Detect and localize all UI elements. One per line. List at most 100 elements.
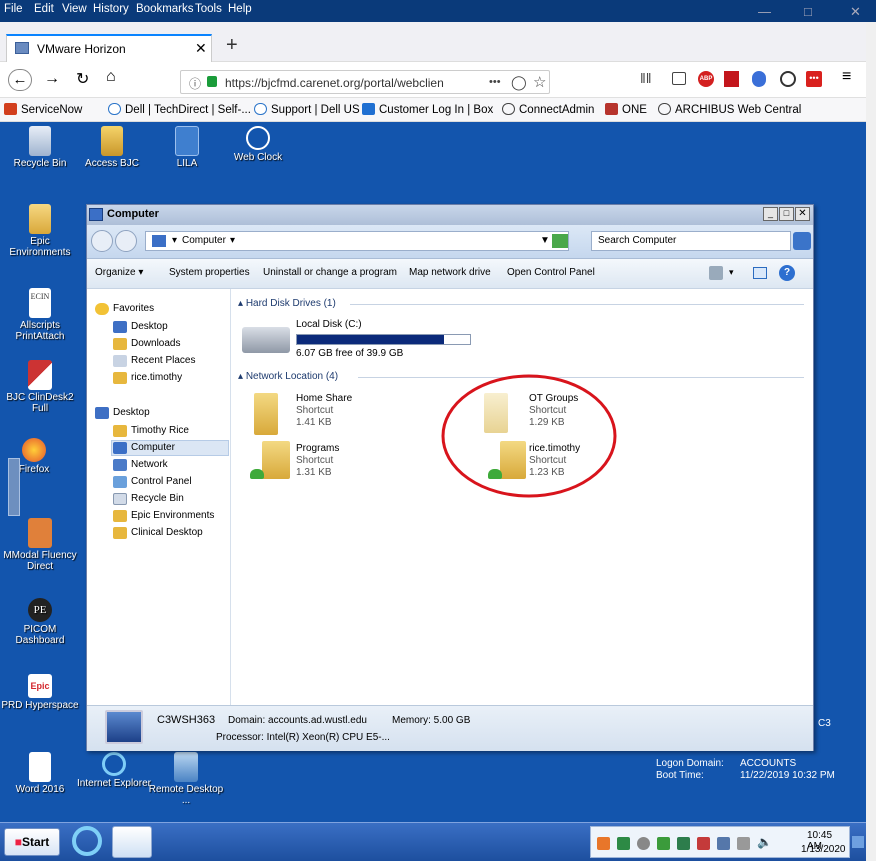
nav-rice-timothy-fav[interactable]: rice.timothy [113,372,182,384]
tray-icon[interactable] [597,837,610,850]
minimize-icon[interactable]: — [758,4,771,19]
start-button[interactable]: ■Start [4,828,60,856]
page-scrollbar[interactable] [866,22,876,861]
url-bar[interactable]: ⓘ https://bjcfmd.carenet.org/portal/webc… [180,70,550,94]
hamburger-menu-icon[interactable]: ≡ [842,68,851,86]
open-control-panel-button[interactable]: Open Control Panel [507,267,595,278]
nav-recent-places[interactable]: Recent Places [113,355,195,367]
info-icon[interactable]: ⓘ [189,75,201,92]
tray-icon[interactable] [657,837,670,850]
organize-button[interactable]: Organize ▾ [95,267,143,278]
desktop-icon-mmodal[interactable]: MModal Fluency Direct [0,518,80,572]
show-desktop-icon[interactable] [852,836,864,848]
reload-icon[interactable]: ↻ [76,69,89,89]
home-icon[interactable]: ⌂ [106,68,116,86]
nav-clinical-desktop[interactable]: Clinical Desktop [113,527,203,539]
help-icon[interactable]: ? [779,265,795,281]
history-dropdown-icon[interactable]: ▼ [540,235,550,246]
menu-history[interactable]: History [93,3,129,15]
bookmark-dell-support[interactable]: Support | Dell US [254,103,360,116]
window-maximize-icon[interactable]: □ [779,207,794,221]
preview-pane-icon[interactable] [753,267,767,279]
desktop-icon-recycle-bin[interactable]: Recycle Bin [0,126,80,169]
back-icon[interactable] [91,230,113,252]
bookmark-dell-techdirect[interactable]: Dell | TechDirect | Self-... [108,103,251,116]
local-disk-name[interactable]: Local Disk (C:) [296,319,362,331]
desktop-icon-web-clock[interactable]: Web Clock [218,126,298,163]
desktop-icon-prd-hyperspace[interactable]: Epic PRD Hyperspace [0,674,80,711]
search-icon[interactable] [793,232,811,250]
tray-icon[interactable] [637,837,650,850]
bookmark-one[interactable]: ONE [605,103,647,116]
account-icon[interactable] [780,71,796,87]
page-actions-icon[interactable]: ••• [489,76,501,88]
adblock-icon[interactable]: ABP [698,71,714,87]
nav-timothy-rice[interactable]: Timothy Rice [113,425,189,437]
window-minimize-icon[interactable]: _ [763,207,778,221]
uninstall-program-button[interactable]: Uninstall or change a program [263,267,397,278]
bookmark-star-icon[interactable]: ☆ [533,73,546,91]
pdf-icon[interactable] [724,71,739,87]
search-input[interactable]: Search Computer [598,235,676,246]
view-options-icon[interactable] [709,266,723,280]
item-programs[interactable]: Programs Shortcut 1.31 KB [296,443,339,479]
network-group-header[interactable]: ▴ Network Location (4) [238,371,338,382]
network-tray-icon[interactable] [737,837,750,850]
tray-icon[interactable] [617,837,630,850]
volume-icon[interactable]: 🔈 [757,835,772,849]
nav-desktop[interactable]: Desktop [95,407,150,419]
desktop-icon-lila[interactable]: LILA [147,126,227,169]
url-text[interactable]: https://bjcfmd.carenet.org/portal/webcli… [225,76,485,90]
address-bar[interactable]: ▾ Computer ▾ ▼ [145,231,569,251]
breadcrumb-dropdown-icon[interactable]: ▾ [230,235,235,246]
tray-icon[interactable] [717,837,730,850]
tab-vmware-horizon[interactable]: VMware Horizon ✕ [6,34,212,62]
desktop-icon-access-bjc[interactable]: Access BJC [72,126,152,169]
menu-edit[interactable]: Edit [34,3,54,15]
system-properties-button[interactable]: System properties [169,267,250,278]
tray-icon[interactable] [677,837,690,850]
close-icon[interactable]: ✕ [850,4,861,20]
bookmark-box[interactable]: Customer Log In | Box [362,103,493,116]
nav-desktop-fav[interactable]: Desktop [113,321,168,333]
view-dropdown-icon[interactable]: ▾ [729,267,734,278]
desktop-icon-epic-environments[interactable]: Epic Environments [0,204,80,258]
refresh-icon[interactable] [552,234,568,248]
taskbar-ie-icon[interactable] [72,826,102,856]
desktop-icon-allscripts[interactable]: ECIN Allscripts PrintAttach [0,288,80,342]
breadcrumb-chevron-icon[interactable]: ▾ [172,235,177,246]
nav-computer[interactable]: Computer [113,442,175,454]
extension-icon[interactable] [752,71,766,87]
tab-close-icon[interactable]: ✕ [195,40,207,57]
nav-downloads[interactable]: Downloads [113,338,180,350]
menu-view[interactable]: View [62,3,87,15]
menu-file[interactable]: File [4,3,23,15]
menu-bookmarks[interactable]: Bookmarks [136,3,194,15]
bookmark-archibus[interactable]: ARCHIBUS Web Central [658,103,801,116]
nav-favorites[interactable]: Favorites [95,303,154,315]
desktop-icon-remote-desktop[interactable]: Remote Desktop ... [146,752,226,806]
map-network-drive-button[interactable]: Map network drive [409,267,491,278]
maximize-icon[interactable]: □ [804,4,812,19]
search-box[interactable]: Search Computer [591,231,791,251]
nav-control-panel[interactable]: Control Panel [113,476,192,488]
desktop-icon-internet-explorer[interactable]: Internet Explorer [74,752,154,789]
pocket-icon[interactable]: ◯ [511,74,527,91]
nav-epic-environments[interactable]: Epic Environments [113,510,214,522]
window-close-icon[interactable]: ✕ [795,207,810,221]
tray-icon[interactable] [697,837,710,850]
breadcrumb[interactable]: Computer [182,235,226,246]
new-tab-button[interactable]: + [226,34,238,57]
hard-disk-group-header[interactable]: ▴ Hard Disk Drives (1) [238,298,336,309]
side-panel-handle[interactable] [8,458,20,516]
back-icon[interactable]: ← [8,69,32,91]
item-home-share[interactable]: Home Share Shortcut 1.41 KB [296,393,352,429]
library-icon[interactable]: ‖‖ [640,70,652,86]
desktop-icon-bjc-clindesk2[interactable]: BJC ClinDesk2 Full [0,360,80,414]
nav-recycle-bin[interactable]: Recycle Bin [113,493,184,505]
forward-icon[interactable] [115,230,137,252]
bookmark-servicenow[interactable]: ServiceNow [4,103,82,116]
nav-network[interactable]: Network [113,459,168,471]
lastpass-icon[interactable]: ••• [806,71,822,87]
clock-date[interactable]: 1/13/2020 [801,844,846,855]
